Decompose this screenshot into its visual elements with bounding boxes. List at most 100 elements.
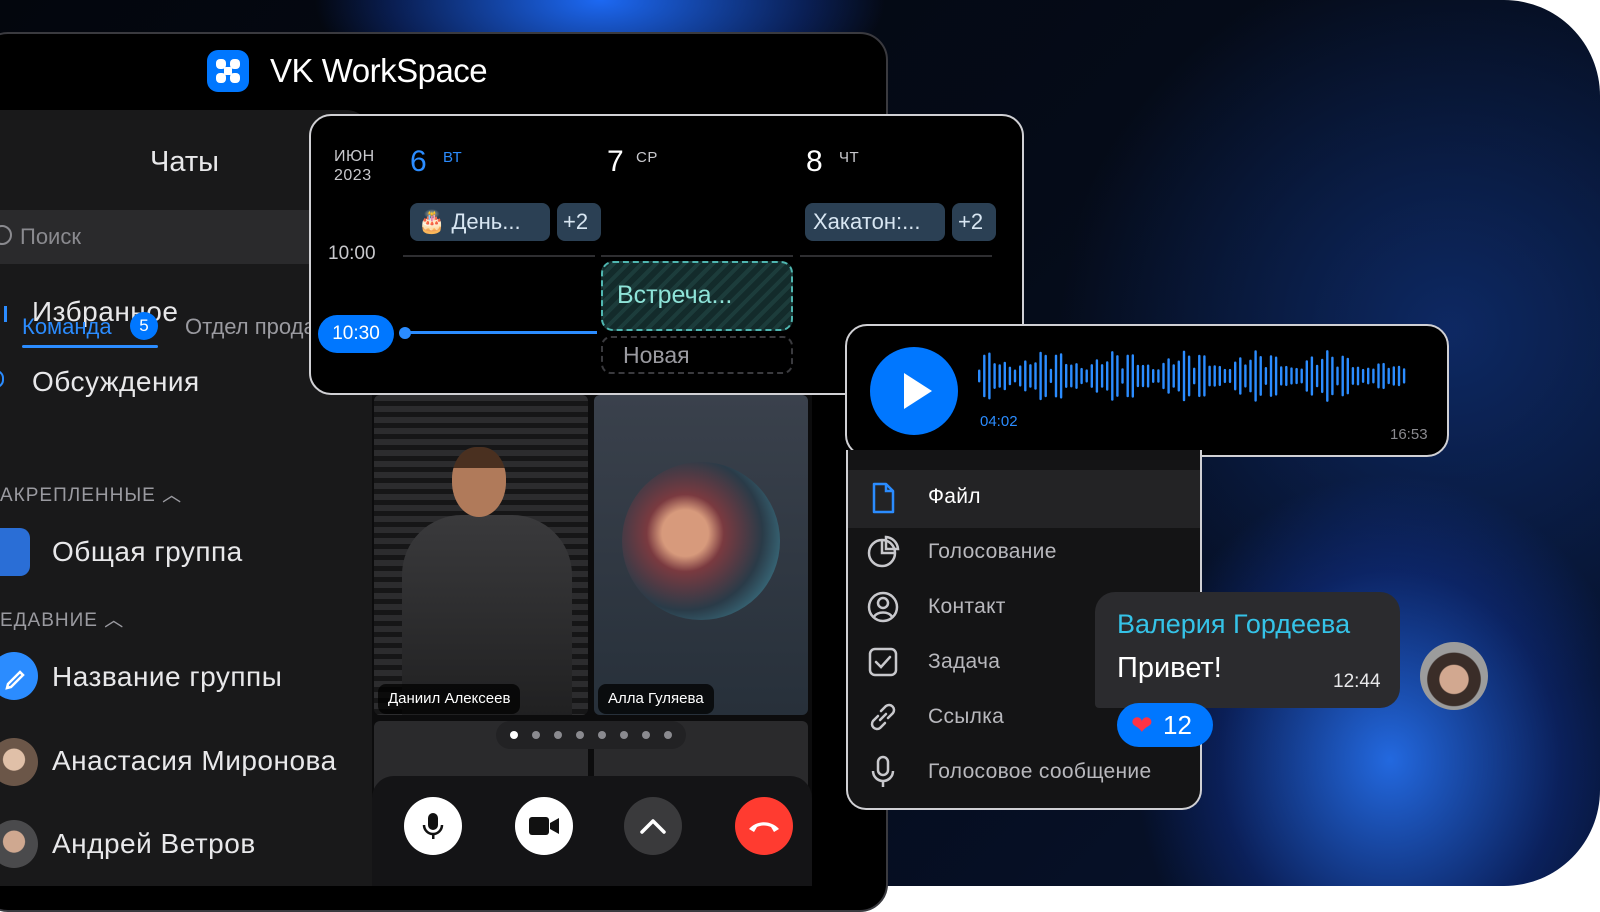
waveform-bar: [1157, 369, 1160, 383]
page-dot[interactable]: [642, 731, 650, 739]
waveform-bar: [1044, 354, 1047, 398]
waveform-bar: [983, 354, 986, 398]
avatar[interactable]: [1420, 642, 1488, 710]
recent-section-header[interactable]: ЕДАВНИЕ ︿: [0, 605, 124, 632]
month-label: ИЮН: [334, 148, 375, 165]
current-time-indicator: 10:30: [318, 315, 394, 353]
link-icon: [870, 703, 896, 731]
waveform-bar: [1228, 368, 1232, 384]
message-time: 12:44: [1333, 671, 1381, 692]
page-dot[interactable]: [664, 731, 672, 739]
sidebar-title: Чаты: [150, 146, 219, 178]
waveform-bar: [1193, 367, 1196, 385]
waveform-bar: [1208, 365, 1211, 387]
page-dot[interactable]: [620, 731, 628, 739]
video-tile[interactable]: [374, 395, 588, 715]
waveform-bar: [1085, 369, 1088, 383]
page-indicator[interactable]: [496, 721, 686, 749]
page-dot[interactable]: [532, 731, 540, 739]
waveform-bar: [1126, 354, 1129, 398]
waveform-bar: [1039, 351, 1042, 401]
menu-item-task[interactable]: Задача: [928, 650, 1000, 674]
page-dot[interactable]: [598, 731, 606, 739]
waveform-bar: [1131, 354, 1134, 398]
chat-item-anastasia[interactable]: Анастасия Миронова: [52, 745, 337, 777]
day-number[interactable]: 6: [410, 145, 427, 179]
waveform-bar: [1034, 362, 1037, 390]
waveform-bar: [1239, 357, 1242, 395]
video-camera-icon: [529, 817, 559, 835]
waveform-bar: [1024, 360, 1027, 392]
chat-item-andrey[interactable]: Андрей Ветров: [52, 828, 256, 860]
chevron-up-icon: ︿: [104, 610, 125, 631]
chevron-up-icon: ︿: [162, 485, 183, 506]
waveform-bar: [1152, 369, 1155, 383]
event-birthday[interactable]: 🎂 День...: [410, 203, 550, 241]
waveform-bar: [1075, 363, 1078, 389]
microphone-icon: [871, 755, 895, 787]
waveform-bar: [1223, 368, 1227, 384]
waveform-bar: [1397, 365, 1401, 387]
waveform-bar: [1065, 363, 1068, 388]
day-number[interactable]: 8: [806, 145, 823, 179]
menu-item-file[interactable]: Файл: [928, 485, 981, 509]
page-dot[interactable]: [554, 731, 562, 739]
new-event-slot[interactable]: Новая: [601, 336, 793, 374]
chat-item-group-name[interactable]: Название группы: [52, 661, 282, 693]
waveform-bar: [1090, 364, 1093, 388]
menu-item-link[interactable]: Ссылка: [928, 705, 1004, 729]
waveform-bar: [1269, 355, 1273, 397]
menu-item-contact[interactable]: Контакт: [928, 595, 1006, 619]
waveform-bar: [1203, 355, 1206, 397]
contact-icon: [867, 591, 899, 623]
microphone-button[interactable]: [404, 797, 462, 855]
hang-up-button[interactable]: [735, 797, 793, 855]
waveform-bar: [1095, 359, 1099, 393]
day-number[interactable]: 7: [607, 145, 624, 179]
waveform-bar: [1321, 358, 1324, 394]
message-author[interactable]: Валерия Гордеева: [1117, 609, 1350, 640]
more-events-badge[interactable]: +2: [952, 203, 996, 241]
sidebar-item-discussions[interactable]: Обсуждения: [32, 366, 200, 398]
menu-item-voice-message[interactable]: Голосовое сообщение: [928, 760, 1151, 784]
group-avatar-icon: [0, 528, 30, 576]
waveform-bar: [1008, 366, 1012, 386]
waveform-bar: [1049, 368, 1053, 384]
reaction-count: 12: [1163, 710, 1192, 740]
camera-button[interactable]: [515, 797, 573, 855]
waveform-bar: [988, 352, 991, 400]
menu-item-poll[interactable]: Голосование: [928, 540, 1057, 564]
waveform-bar: [1172, 364, 1175, 388]
participant-name: Даниил Алексеев: [378, 684, 521, 714]
page-dot[interactable]: [510, 731, 518, 739]
chat-item-general-group[interactable]: Общая группа: [52, 536, 243, 568]
waveform-bar: [1146, 364, 1150, 388]
more-options-button[interactable]: [624, 797, 682, 855]
waveform-bar: [1392, 366, 1395, 386]
more-events-badge[interactable]: +2: [557, 203, 601, 241]
poll-icon: [867, 535, 900, 568]
waveform-bar: [1070, 364, 1073, 388]
event-meeting[interactable]: Встреча...: [601, 261, 793, 331]
waveform-bar: [1361, 368, 1365, 383]
waveform[interactable]: [978, 350, 1408, 402]
recent-label: ЕДАВНИЕ: [0, 610, 98, 631]
play-icon: [904, 373, 932, 409]
tab-team[interactable]: Команда: [22, 314, 112, 340]
participant-avatar: [622, 462, 780, 620]
event-hackathon[interactable]: Хакатон:...: [805, 203, 945, 241]
waveform-bar: [978, 369, 981, 383]
waveform-bar: [1341, 355, 1344, 397]
message-text: Привет!: [1117, 652, 1222, 684]
day-name: ВТ: [443, 149, 463, 166]
play-button[interactable]: [870, 347, 958, 435]
reaction-badge[interactable]: ❤ 12: [1117, 703, 1213, 747]
waveform-bar: [1121, 368, 1124, 384]
waveform-bar: [1054, 354, 1058, 398]
waveform-bar: [1234, 361, 1237, 391]
page-dot[interactable]: [576, 731, 584, 739]
waveform-bar: [1356, 366, 1360, 386]
waveform-bar: [1244, 364, 1247, 388]
waveform-bar: [1264, 367, 1268, 385]
pinned-section-header[interactable]: АКРЕПЛЕННЫЕ ︿: [0, 480, 182, 507]
